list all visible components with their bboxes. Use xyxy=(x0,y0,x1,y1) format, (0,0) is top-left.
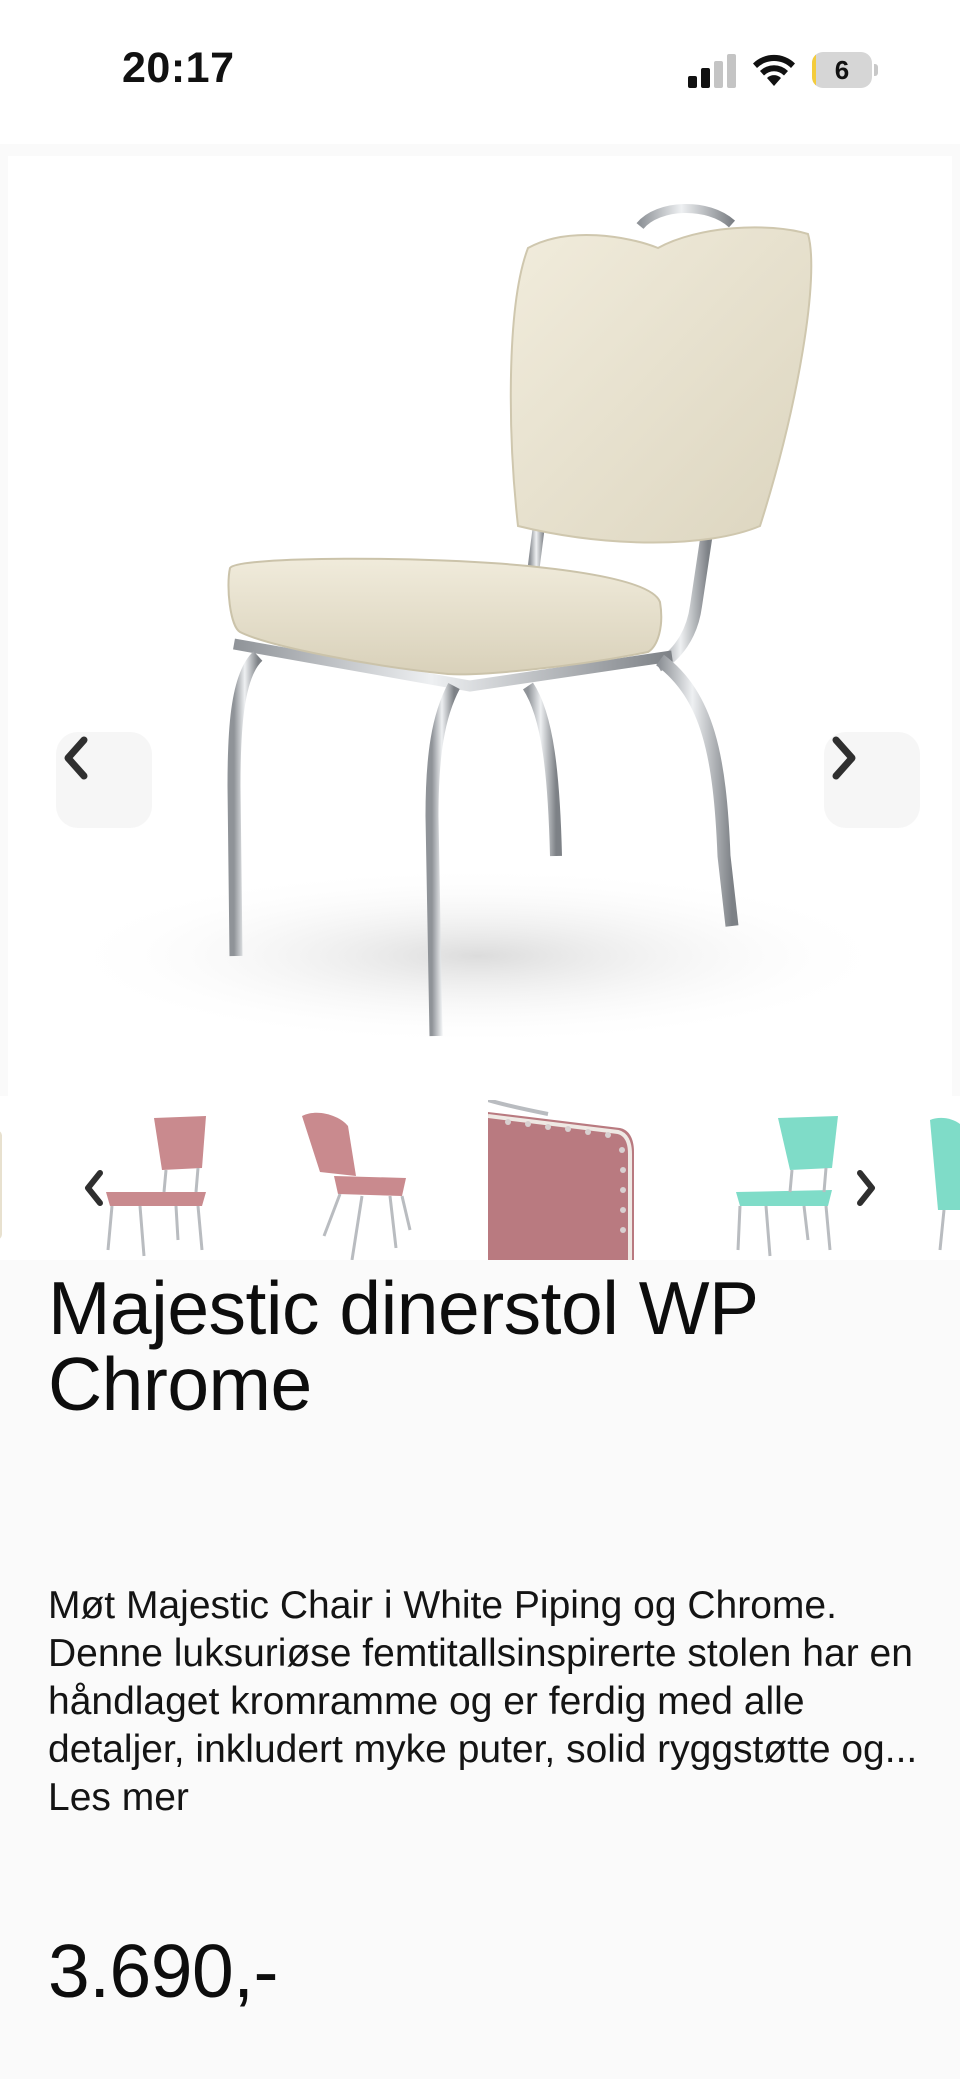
product-description-text: Møt Majestic Chair i White Piping og Chr… xyxy=(48,1584,918,1771)
next-image-button[interactable] xyxy=(824,732,920,828)
product-price: 3.690,- xyxy=(48,1929,279,2013)
signal-icon xyxy=(688,54,736,88)
chevron-left-icon xyxy=(64,736,88,780)
thumbnails-next-button[interactable] xyxy=(842,1156,890,1220)
thumbnails-previous-button[interactable] xyxy=(70,1156,118,1220)
wifi-icon xyxy=(753,54,795,86)
previous-image-button[interactable] xyxy=(56,732,152,828)
product-title-line1: Majestic dinerstol WP xyxy=(48,1266,759,1350)
product-title-line2: Chrome xyxy=(48,1342,312,1426)
thumbnail-turquoise-chair[interactable] xyxy=(700,1100,860,1260)
product-description: Møt Majestic Chair i White Piping og Chr… xyxy=(48,1582,928,1822)
product-title: Majestic dinerstol WP Chrome xyxy=(48,1268,928,1424)
thumbnail-pink-seat-detail[interactable] xyxy=(488,1100,636,1260)
battery-icon: 6 xyxy=(812,52,878,88)
chevron-left-icon xyxy=(85,1170,103,1206)
read-more-link[interactable]: Les mer xyxy=(48,1774,928,1822)
thumbnail-pink-chair-side[interactable] xyxy=(278,1100,438,1260)
status-time: 20:17 xyxy=(122,44,235,92)
cream-diner-chair-image xyxy=(58,204,898,1046)
thumbnail-turquoise-partial[interactable] xyxy=(926,1100,960,1260)
chevron-right-icon xyxy=(832,736,856,780)
thumbnail-strip[interactable] xyxy=(0,1096,960,1260)
thumbnail-cream-partial[interactable] xyxy=(0,1100,8,1260)
battery-level: 6 xyxy=(834,55,850,85)
status-bar: 20:17 6 xyxy=(0,0,960,144)
product-image-carousel[interactable] xyxy=(8,156,952,1096)
chevron-right-icon xyxy=(857,1170,875,1206)
